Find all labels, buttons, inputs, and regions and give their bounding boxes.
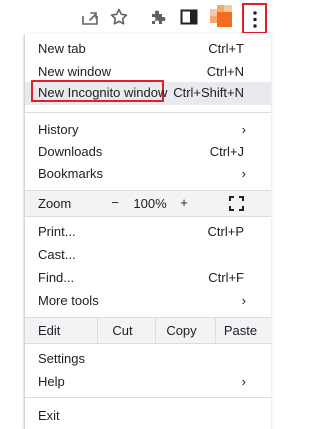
menu-item-more-tools[interactable]: More tools › <box>25 290 271 313</box>
edit-label: Edit <box>38 323 61 338</box>
paste-button[interactable]: Paste <box>215 318 265 343</box>
share-icon[interactable] <box>79 6 101 28</box>
menu-item-label: New Incognito window <box>38 85 168 100</box>
menu-item-label: New tab <box>38 41 86 56</box>
chevron-right-icon: › <box>241 374 246 389</box>
menu-item-label: Settings <box>38 351 85 366</box>
menu-item-history[interactable]: History › <box>25 119 271 142</box>
zoom-out-button[interactable]: − <box>107 195 123 210</box>
menu-separator <box>25 343 271 344</box>
menu-item-exit[interactable]: Exit <box>25 405 271 428</box>
menu-item-label: History <box>38 122 79 137</box>
chevron-right-icon: › <box>241 293 246 308</box>
zoom-in-button[interactable]: + <box>176 195 192 210</box>
edit-row: Edit Cut Copy Paste <box>25 318 271 343</box>
menu-item-bookmarks[interactable]: Bookmarks › <box>25 163 271 186</box>
menu-separator <box>25 112 271 113</box>
fullscreen-icon[interactable] <box>229 196 244 211</box>
menu-item-settings[interactable]: Settings <box>25 348 271 371</box>
menu-item-shortcut: Ctrl+J <box>209 144 244 159</box>
menu-item-downloads[interactable]: Downloads Ctrl+J <box>25 141 271 164</box>
menu-item-find[interactable]: Find... Ctrl+F <box>25 267 271 290</box>
star-icon[interactable] <box>108 6 130 28</box>
zoom-label: Zoom <box>38 196 72 211</box>
zoom-row: Zoom − 100% + <box>25 191 271 216</box>
cut-button[interactable]: Cut <box>97 318 147 343</box>
menu-item-shortcut: Ctrl+F <box>208 270 244 285</box>
menu-item-shortcut: Ctrl+T <box>208 41 244 56</box>
menu-item-new-tab[interactable]: New tab Ctrl+T <box>25 38 271 61</box>
menu-item-cast[interactable]: Cast... <box>25 244 271 267</box>
menu-item-shortcut: Ctrl+N <box>206 64 244 79</box>
copy-button[interactable]: Copy <box>155 318 207 343</box>
menu-item-help[interactable]: Help › <box>25 371 271 394</box>
chevron-right-icon: › <box>241 122 246 137</box>
menu-item-new-incognito-window[interactable]: New Incognito window Ctrl+Shift+N <box>25 80 271 105</box>
extensions-puzzle-icon[interactable] <box>147 6 169 28</box>
side-panel-icon[interactable] <box>178 6 200 28</box>
menu-item-label: Exit <box>38 408 60 423</box>
menu-item-label: Find... <box>38 270 75 285</box>
zoom-level: 100% <box>133 196 167 211</box>
customize-menu-button[interactable] <box>242 3 267 34</box>
menu-item-shortcut: Ctrl+P <box>207 224 244 239</box>
menu-item-label: Downloads <box>38 144 103 159</box>
menu-item-shortcut: Ctrl+Shift+N <box>173 85 244 100</box>
chrome-main-menu: New tab Ctrl+T New window Ctrl+N New Inc… <box>25 33 271 429</box>
menu-item-label: Cast... <box>38 247 76 262</box>
menu-separator <box>25 397 271 398</box>
profile-avatar[interactable] <box>210 5 232 27</box>
menu-item-label: Help <box>38 374 65 389</box>
menu-item-label: Bookmarks <box>38 166 104 181</box>
browser-toolbar <box>0 0 271 34</box>
menu-item-label: More tools <box>38 293 99 308</box>
menu-item-label: New window <box>38 64 111 79</box>
menu-item-print[interactable]: Print... Ctrl+P <box>25 221 271 244</box>
chevron-right-icon: › <box>241 166 246 181</box>
kebab-menu-icon <box>252 11 257 28</box>
menu-item-label: Print... <box>38 224 76 239</box>
menu-separator <box>25 216 271 217</box>
